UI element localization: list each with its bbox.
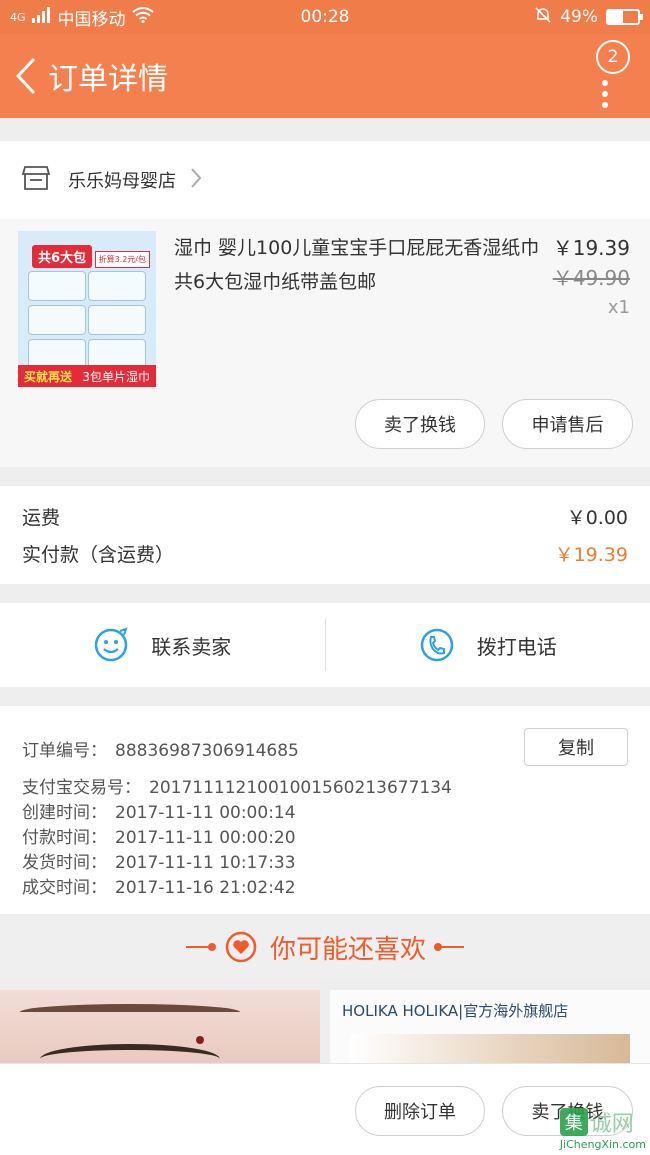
contact-row: 联系卖家 拨打电话 xyxy=(0,603,650,687)
more-dots-icon xyxy=(602,80,608,108)
shop-icon xyxy=(21,165,51,195)
sell-for-cash-button[interactable]: 卖了换钱 xyxy=(355,399,485,449)
store-row[interactable]: 乐乐妈母婴店 xyxy=(0,141,650,219)
paid-time-value: 2017-11-11 00:00:20 xyxy=(115,828,296,848)
page-title: 订单详情 xyxy=(48,62,168,97)
heart-circle-icon xyxy=(225,931,257,963)
order-totals: 运费 ￥0.00 实付款（含运费） ￥19.39 xyxy=(0,486,650,584)
recommend-header: 你可能还喜欢 xyxy=(0,914,650,980)
chevron-right-icon xyxy=(190,167,202,193)
created-time-value: 2017-11-11 00:00:14 xyxy=(115,803,296,823)
after-sales-button[interactable]: 申请售后 xyxy=(502,399,633,449)
product-name[interactable]: 湿巾 婴儿100儿童宝宝手口屁屁无香湿纸巾共6大包湿巾纸带盖包邮 xyxy=(174,231,546,299)
recommend-card-brand: HOLIKA HOLIKA|官方海外旗舰店 xyxy=(342,1002,569,1020)
eyebrow-graphic xyxy=(20,1004,240,1020)
paid-time-row: 付款时间： 2017-11-11 00:00:20 xyxy=(22,826,628,851)
alipay-number-label: 支付宝交易号： xyxy=(22,778,141,798)
thumbnail-price-flag: 折算3.2元/包 xyxy=(94,251,150,268)
contact-seller-button[interactable]: 联系卖家 xyxy=(0,603,325,687)
product-quantity: x1 xyxy=(607,297,630,318)
call-phone-button[interactable]: 拨打电话 xyxy=(326,603,650,687)
bottom-action-bar: 删除订单 卖了换钱 集 诚网 JiChengXin.com xyxy=(0,1063,650,1155)
status-bar: 4G 中国移动 00:28 49% xyxy=(0,0,650,34)
shipping-label: 运费 xyxy=(22,507,61,529)
completed-time-value: 2017-11-16 21:02:42 xyxy=(115,878,296,898)
mute-bell-icon xyxy=(534,6,552,29)
message-badge: 2 xyxy=(596,40,630,74)
paid-label: 实付款（含运费） xyxy=(22,544,175,566)
shipped-time-label: 发货时间： xyxy=(22,853,107,873)
alipay-number-value: 2017111121001001560213677134 xyxy=(149,778,452,798)
completed-time-row: 成交时间： 2017-11-16 21:02:42 xyxy=(22,876,628,901)
promo-left: 买就再送 xyxy=(24,369,73,384)
watermark-logo: 集 诚网 xyxy=(559,1106,646,1138)
recommend-dash-right xyxy=(434,943,464,951)
call-phone-label: 拨打电话 xyxy=(476,634,557,659)
order-info: 订单编号： 88836987306914685 复制 支付宝交易号： 20171… xyxy=(0,706,650,914)
thumbnail-promo: 买就再送 3包单片湿巾 xyxy=(18,365,156,387)
recommend-card-holika[interactable]: HOLIKA HOLIKA|官方海外旗舰店 xyxy=(330,990,650,1070)
store-name: 乐乐妈母婴店 xyxy=(68,171,176,192)
created-time-label: 创建时间： xyxy=(22,803,107,823)
shipping-value: ￥0.00 xyxy=(566,507,628,529)
battery-fill xyxy=(608,11,623,23)
recommend-title: 你可能还喜欢 xyxy=(269,934,426,965)
site-watermark: 集 诚网 JiChengXin.com xyxy=(559,1106,646,1151)
chevron-left-icon xyxy=(15,57,36,95)
delete-order-button[interactable]: 删除订单 xyxy=(355,1086,485,1136)
paid-value: ￥19.39 xyxy=(554,544,628,566)
battery-icon xyxy=(606,9,643,25)
recommend-cards: HOLIKA HOLIKA|官方海外旗舰店 xyxy=(0,990,650,1070)
watermark-site: JiChengXin.com xyxy=(559,1138,646,1151)
status-right: 49% xyxy=(380,6,643,29)
copy-order-number-button[interactable]: 复制 xyxy=(524,728,628,766)
order-number-value: 88836987306914685 xyxy=(115,741,299,761)
recommend-dash-left xyxy=(185,943,216,951)
recommend-card-makeup[interactable] xyxy=(0,990,320,1070)
alipay-number-row: 支付宝交易号： 2017111121001001560213677134 xyxy=(22,776,628,801)
watermark-logo-text: 诚网 xyxy=(589,1112,634,1137)
order-number-label: 订单编号： xyxy=(22,741,107,761)
created-time-row: 创建时间： 2017-11-11 00:00:14 xyxy=(22,801,628,826)
network-type: 4G xyxy=(10,10,26,24)
phone-icon xyxy=(420,628,453,662)
shipped-time-row: 发货时间： 2017-11-11 10:17:33 xyxy=(22,851,628,876)
signal-icon xyxy=(31,6,52,28)
completed-time-label: 成交时间： xyxy=(22,878,107,898)
battery-percent: 49% xyxy=(560,7,598,27)
back-button[interactable] xyxy=(6,34,46,118)
more-menu-button[interactable]: 2 xyxy=(590,40,630,110)
watermark-logo-char: 集 xyxy=(559,1108,588,1136)
clock: 00:28 xyxy=(300,7,350,27)
product-card: 共6大包 折算3.2元/包 买就再送 3包单片湿巾 湿巾 婴儿100儿童宝宝手口… xyxy=(0,219,650,467)
thumbnail-tag: 共6大包 xyxy=(32,245,93,268)
paid-row: 实付款（含运费） ￥19.39 xyxy=(22,535,628,572)
shipping-row: 运费 ￥0.00 xyxy=(22,498,628,535)
product-price: ￥19.39 xyxy=(552,236,630,260)
status-left: 4G 中国移动 xyxy=(10,5,270,30)
promo-right: 3包单片湿巾 xyxy=(82,369,150,384)
chat-face-icon xyxy=(95,627,128,662)
mole-graphic xyxy=(196,1036,204,1044)
paid-time-label: 付款时间： xyxy=(22,828,107,848)
product-thumbnail[interactable]: 共6大包 折算3.2元/包 买就再送 3包单片湿巾 xyxy=(18,231,156,387)
product-price-block: ￥19.39 ￥49.90 x1 xyxy=(553,233,630,323)
app-header: 订单详情 2 xyxy=(0,34,650,118)
product-original-price: ￥49.90 xyxy=(552,266,630,290)
wifi-icon xyxy=(131,6,154,28)
carrier-name: 中国移动 xyxy=(57,9,126,30)
shipped-time-value: 2017-11-11 10:17:33 xyxy=(115,853,296,873)
contact-seller-label: 联系卖家 xyxy=(151,634,232,659)
